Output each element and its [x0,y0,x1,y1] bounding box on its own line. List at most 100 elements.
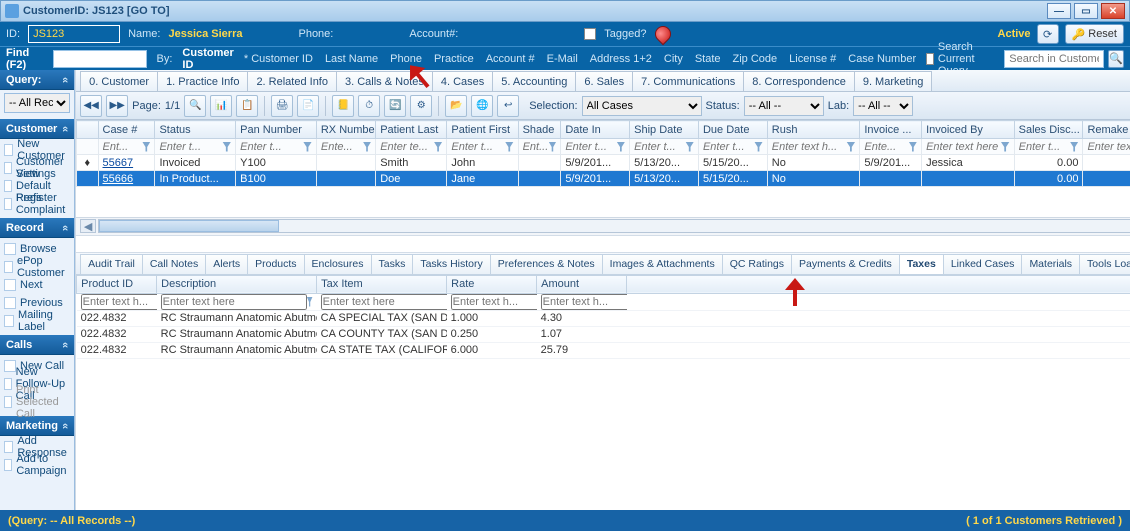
tool-e[interactable]: 📂 [445,95,467,117]
tab-1-practice-info[interactable]: 1. Practice Info [157,71,247,91]
tool-3[interactable]: 📋 [236,95,258,117]
status-select[interactable]: -- All -- [744,96,824,116]
col-2[interactable]: Status [155,121,236,139]
filter-license-[interactable]: License # [789,53,836,65]
tool-c[interactable]: 🔄 [384,95,406,117]
funnel-icon[interactable] [505,142,514,152]
funnel-icon[interactable] [909,142,917,152]
tool-f[interactable]: 🌐 [471,95,493,117]
tool-copy[interactable]: 📄 [297,95,319,117]
menu-add-to-campaign[interactable]: Add to Campaign [4,457,70,473]
taxfilter-3[interactable] [451,294,537,310]
subtab-products[interactable]: Products [247,254,303,274]
taxfilter-2[interactable] [321,294,447,310]
pin-icon[interactable] [651,23,674,46]
filter-4[interactable] [321,140,363,154]
filter-6[interactable] [451,140,505,154]
funnel-icon[interactable] [617,142,626,152]
funnel-icon[interactable] [1001,142,1010,152]
tax-row[interactable]: 022.4832RC Straumann Anatomic AbutmentCA… [77,310,1130,326]
tab-6-sales[interactable]: 6. Sales [575,71,632,91]
taxcol-0[interactable]: Product ID [77,275,157,293]
minimize-button[interactable]: — [1047,3,1071,19]
funnel-icon[interactable] [434,142,443,152]
subtab-images-attachments[interactable]: Images & Attachments [602,254,722,274]
tool-b[interactable]: ⏱ [358,95,380,117]
selection-select[interactable]: All Cases [582,96,702,116]
col-3[interactable]: Pan Number [236,121,317,139]
filter-1[interactable] [103,140,143,154]
funnel-icon[interactable] [549,142,557,152]
filter-12[interactable] [864,140,908,154]
tool-d[interactable]: ⚙ [410,95,432,117]
filter-2[interactable] [159,140,222,154]
tab-9-marketing[interactable]: 9. Marketing [854,71,933,91]
col-5[interactable]: Patient Last [376,121,447,139]
funnel-icon[interactable] [363,142,371,152]
menu-mailing-label[interactable]: Mailing Label [4,313,70,329]
col-7[interactable]: Shade [518,121,561,139]
collapse-icon[interactable] [62,222,68,234]
menu-epop-customer[interactable]: ePop Customer [4,259,70,275]
col-8[interactable]: Date In [561,121,630,139]
tax-row[interactable]: 022.4832RC Straumann Anatomic AbutmentCA… [77,326,1130,342]
filter-e-mail[interactable]: E-Mail [547,53,578,65]
subtab-audit-trail[interactable]: Audit Trail [80,254,142,274]
filter-3[interactable] [240,140,303,154]
funnel-icon[interactable] [222,142,231,152]
hscroll-left[interactable]: ◀ [80,219,96,233]
taxcol-3[interactable]: Rate [447,275,537,293]
tab-2-related-info[interactable]: 2. Related Info [247,71,336,91]
table-row[interactable]: 55666In Product...B100DoeJane5/9/201...5… [77,171,1130,187]
menu-print-selected-call[interactable]: Print Selected Call [4,394,70,410]
filter-15[interactable] [1087,140,1130,154]
tool-a[interactable]: 📒 [332,95,354,117]
query-select[interactable]: -- All Records -- [4,93,70,113]
tax-row[interactable]: 022.4832RC Straumann Anatomic AbutmentCA… [77,342,1130,358]
filter-city[interactable]: City [664,53,683,65]
col-1[interactable]: Case # [98,121,155,139]
collapse-icon[interactable] [62,420,68,432]
filter-0[interactable] [81,140,93,154]
subtab-taxes[interactable]: Taxes [899,254,943,274]
funnel-icon[interactable] [142,142,150,152]
col-14[interactable]: Sales Disc... [1014,121,1083,139]
tool-g[interactable]: ↩ [497,95,519,117]
col-11[interactable]: Rush [767,121,860,139]
funnel-icon[interactable] [754,142,763,152]
taxfilter-4[interactable] [541,294,627,310]
tab-5-accounting[interactable]: 5. Accounting [492,71,575,91]
tab-8-correspondence[interactable]: 8. Correspondence [743,71,854,91]
hscroll-track[interactable] [98,219,1130,233]
subtab-materials[interactable]: Materials [1021,254,1079,274]
tab-0-customer[interactable]: 0. Customer [80,71,157,91]
funnel-icon[interactable] [307,297,313,307]
filter-case-number[interactable]: Case Number [848,53,916,65]
collapse-icon[interactable] [62,123,68,135]
col-15[interactable]: Remake Discount [1083,121,1130,139]
subtab-qc-ratings[interactable]: QC Ratings [722,254,791,274]
filter--customer-id[interactable]: * Customer ID [244,53,313,65]
filter-phone[interactable]: Phone [390,53,422,65]
search-button[interactable]: 🔍 [1108,50,1124,68]
taxcol-1[interactable]: Description [157,275,317,293]
tab-3-calls-notes[interactable]: 3. Calls & Notes [336,71,432,91]
col-12[interactable]: Invoice ... [860,121,922,139]
taxcol-4[interactable]: Amount [537,275,627,293]
filter-address-1-2[interactable]: Address 1+2 [590,53,652,65]
col-9[interactable]: Ship Date [630,121,699,139]
tool-1[interactable]: 🔍 [184,95,206,117]
col-0[interactable] [77,121,98,139]
taxfilter-1[interactable] [161,294,307,310]
collapse-icon[interactable] [62,74,68,86]
tab-7-communications[interactable]: 7. Communications [632,71,743,91]
funnel-icon[interactable] [685,142,694,152]
filter-last-name[interactable]: Last Name [325,53,378,65]
filter-9[interactable] [634,140,685,154]
subtab-enclosures[interactable]: Enclosures [304,254,371,274]
tool-print[interactable]: 🖨 [271,95,293,117]
filter-practice[interactable]: Practice [434,53,474,65]
filter-14[interactable] [1019,140,1070,154]
col-13[interactable]: Invoiced By [922,121,1015,139]
filter-state[interactable]: State [695,53,721,65]
